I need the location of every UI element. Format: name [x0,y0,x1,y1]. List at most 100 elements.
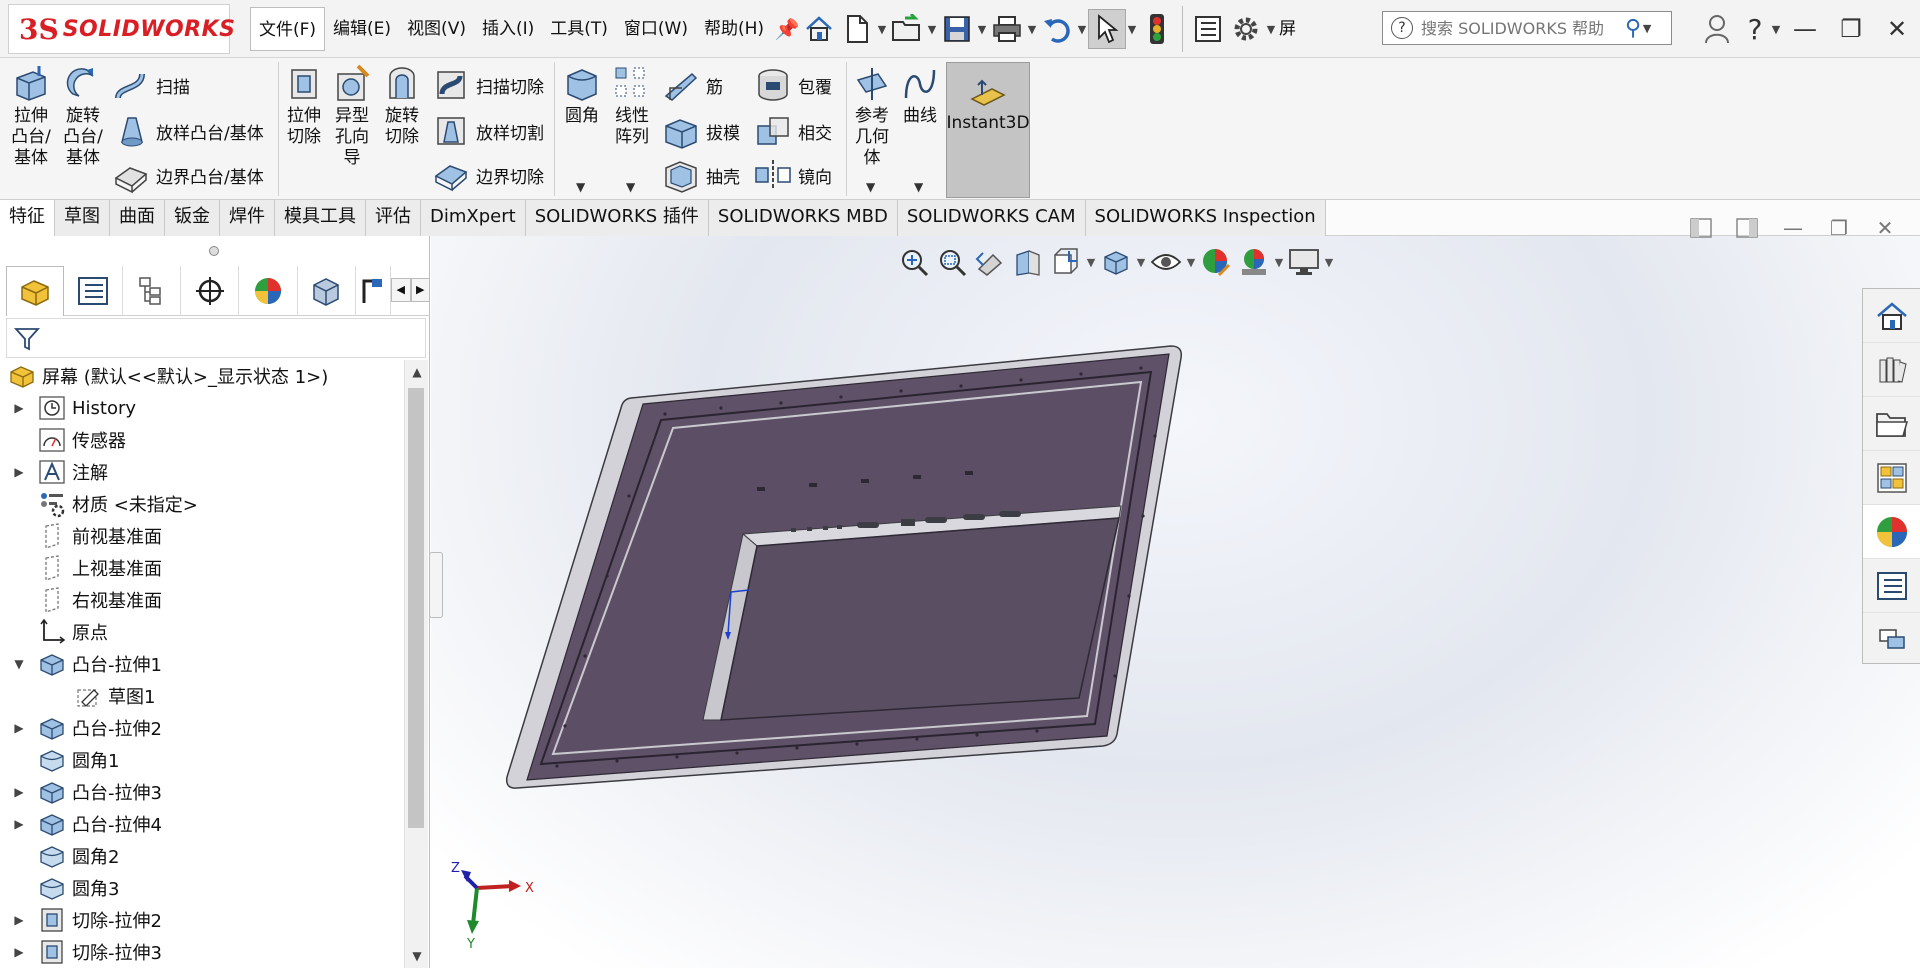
custom-properties-icon[interactable] [1863,559,1920,613]
extrude-boss-button[interactable]: 拉伸 凸台/ 基体 [8,64,54,169]
menu-file[interactable]: 文件(F) [250,7,326,51]
close-icon[interactable]: ✕ [1874,0,1920,58]
expand-arrow-icon[interactable]: ▶ [12,913,26,927]
model-view[interactable]: X Y Z [431,236,1920,968]
dimxpert-manager-tab-icon[interactable] [181,266,240,316]
file-explorer-folder-icon[interactable] [1863,397,1920,451]
lofted-cut-button[interactable]: 放样切割 [432,110,544,152]
tree-scrollbar[interactable]: ▲ ▼ [404,360,428,968]
panel-splitter-handle[interactable] [209,246,219,256]
pattern-dropdown-icon[interactable]: ▼ [626,180,635,194]
tree-item-boss-extrude2[interactable]: ▶ 凸台-拉伸2 [12,712,162,744]
scrollbar-thumb[interactable] [408,388,424,828]
new-dropdown-icon[interactable]: ▼ [876,23,888,36]
screen-model[interactable] [505,345,1183,789]
tree-item-history[interactable]: ▶ History [12,392,136,424]
tree-item-boss-extrude4[interactable]: ▶ 凸台-拉伸4 [12,808,162,840]
fillet-button[interactable]: 圆角 [560,64,604,127]
quick-tail-label[interactable]: 屏 [1277,7,1298,51]
help-search-box[interactable]: ? ⚲ ▼ [1382,11,1672,45]
filter-funnel-icon[interactable] [13,325,41,353]
view-settings-monitor-icon[interactable] [1285,242,1323,282]
select-dropdown-icon[interactable]: ▼ [1126,23,1138,36]
save-icon[interactable] [938,9,976,49]
section-view-icon[interactable] [1009,242,1047,282]
sweep-button[interactable]: 扫描 [112,64,190,106]
expand-arrow-icon[interactable]: ▶ [12,465,26,479]
previous-view-icon[interactable] [971,242,1009,282]
extrude-cut-button[interactable]: 拉伸 切除 [282,64,326,148]
design-library-icon[interactable] [1863,343,1920,397]
doc-minimize-icon[interactable]: — [1770,212,1816,244]
pin-icon[interactable]: 📌 [772,17,802,41]
view-orientation-icon[interactable] [1047,242,1085,282]
file-properties-icon[interactable] [1189,9,1227,49]
appearances-scenes-icon[interactable] [1863,505,1920,559]
collapse-arrow-icon[interactable]: ▼ [12,657,26,671]
undo-dropdown-icon[interactable]: ▼ [1076,23,1088,36]
tab-solidworks-cam[interactable]: SOLIDWORKS CAM [897,200,1086,236]
cam-operation-tree-tab-icon[interactable] [356,266,392,316]
help-dropdown-icon[interactable]: ▼ [1770,23,1782,36]
options-dropdown-icon[interactable]: ▼ [1265,23,1277,36]
save-dropdown-icon[interactable]: ▼ [976,23,988,36]
tree-item-material[interactable]: 材质 <未指定> [12,488,198,520]
solidworks-logo[interactable]: 3S SOLIDWORKS [8,4,235,54]
loft-boss-button[interactable]: 放样凸台/基体 [112,110,264,152]
menu-view[interactable]: 视图(V) [399,7,474,51]
tree-item-boss-extrude1[interactable]: ▼ 凸台-拉伸1 [12,648,162,680]
menu-window[interactable]: 窗口(W) [616,7,696,51]
doc-close-icon[interactable]: ✕ [1862,212,1908,244]
intersect-button[interactable]: 相交 [754,110,832,152]
view-settings-dropdown-icon[interactable]: ▼ [1323,256,1335,269]
tile-left-icon[interactable] [1678,212,1724,244]
search-icon[interactable]: ⚲ [1625,16,1641,41]
apply-scene-dropdown-icon[interactable]: ▼ [1273,256,1285,269]
wrap-button[interactable]: 包覆 [754,64,832,106]
select-arrow-icon[interactable] [1088,9,1126,49]
menu-tools[interactable]: 工具(T) [542,7,616,51]
open-folder-icon[interactable] [888,9,926,49]
print-icon[interactable] [988,9,1026,49]
tree-item-boss-extrude3[interactable]: ▶ 凸台-拉伸3 [12,776,162,808]
tree-item-fillet1[interactable]: 圆角1 [12,744,119,776]
scroll-down-arrow-icon[interactable]: ▼ [405,944,429,968]
fillet-dropdown-icon[interactable]: ▼ [576,180,585,194]
hide-show-dropdown-icon[interactable]: ▼ [1185,256,1197,269]
tabs-scroll-left-icon[interactable]: ◀ [391,278,411,302]
tab-solidworks-addins[interactable]: SOLIDWORKS 插件 [525,200,709,236]
undo-icon[interactable] [1038,9,1076,49]
scroll-up-arrow-icon[interactable]: ▲ [405,360,429,384]
view-palette-icon[interactable] [1863,451,1920,505]
tree-item-fillet3[interactable]: 圆角3 [12,872,119,904]
display-style-dropdown-icon[interactable]: ▼ [1135,256,1147,269]
tab-evaluate[interactable]: 评估 [366,200,421,236]
tree-item-cut-extrude2[interactable]: ▶ 切除-拉伸2 [12,904,162,936]
hide-show-items-icon[interactable] [1147,242,1185,282]
expand-arrow-icon[interactable]: ▶ [12,785,26,799]
tree-filter-bar[interactable] [6,318,426,358]
rib-button[interactable]: 筋 [662,64,723,106]
tree-item-sketch1[interactable]: 草图1 [48,680,155,712]
panel-collapse-handle[interactable] [429,552,443,618]
view-orientation-dropdown-icon[interactable]: ▼ [1085,256,1097,269]
rebuild-traffic-light-icon[interactable] [1138,9,1176,49]
mirror-button[interactable]: 镜向 [754,154,832,196]
configuration-manager-tab-icon[interactable] [123,266,182,316]
expand-arrow-icon[interactable]: ▶ [12,401,26,415]
tab-dimxpert[interactable]: DimXpert [421,200,526,236]
boundary-cut-button[interactable]: 边界切除 [432,154,544,196]
swept-cut-button[interactable]: 扫描切除 [432,64,544,106]
search-dropdown-icon[interactable]: ▼ [1641,22,1653,35]
tree-item-right-plane[interactable]: 右视基准面 [12,584,162,616]
tab-sketch[interactable]: 草图 [55,200,110,236]
print-dropdown-icon[interactable]: ▼ [1026,23,1038,36]
cam-feature-tree-tab-icon[interactable] [298,266,356,316]
zoom-to-area-icon[interactable] [933,242,971,282]
instant3d-button[interactable]: Instant3D [946,62,1030,198]
reference-geometry-button[interactable]: 参考 几何 体 [850,64,894,169]
revolve-boss-button[interactable]: 旋转 凸台/ 基体 [60,64,106,169]
menu-edit[interactable]: 编辑(E) [325,7,399,51]
shell-button[interactable]: 抽壳 [662,154,740,196]
tab-mold-tools[interactable]: 模具工具 [275,200,366,236]
